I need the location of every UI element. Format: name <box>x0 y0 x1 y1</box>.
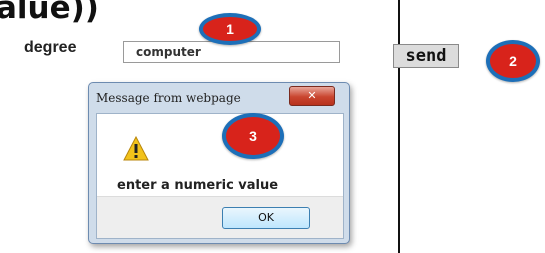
step-badge-2: 2 <box>486 40 540 82</box>
dialog-footer: OK <box>97 196 343 238</box>
alert-dialog: Message from webpage ✕ enter a numeric v… <box>88 82 350 244</box>
dialog-message: enter a numeric value <box>117 178 279 193</box>
ok-button[interactable]: OK <box>222 207 310 229</box>
send-button[interactable]: send <box>393 44 459 68</box>
warning-icon <box>123 136 149 161</box>
dialog-titlebar[interactable]: Message from webpage ✕ <box>89 83 349 113</box>
degree-label: degree <box>24 39 77 56</box>
step-badge-1: 1 <box>199 13 261 45</box>
divider-line <box>398 0 400 253</box>
step-badge-3: 3 <box>222 113 284 159</box>
close-icon[interactable]: ✕ <box>289 86 335 106</box>
dialog-body: enter a numeric value OK <box>96 113 344 239</box>
dialog-title: Message from webpage <box>96 91 241 105</box>
code-fragment-text: alue)) <box>0 0 99 26</box>
